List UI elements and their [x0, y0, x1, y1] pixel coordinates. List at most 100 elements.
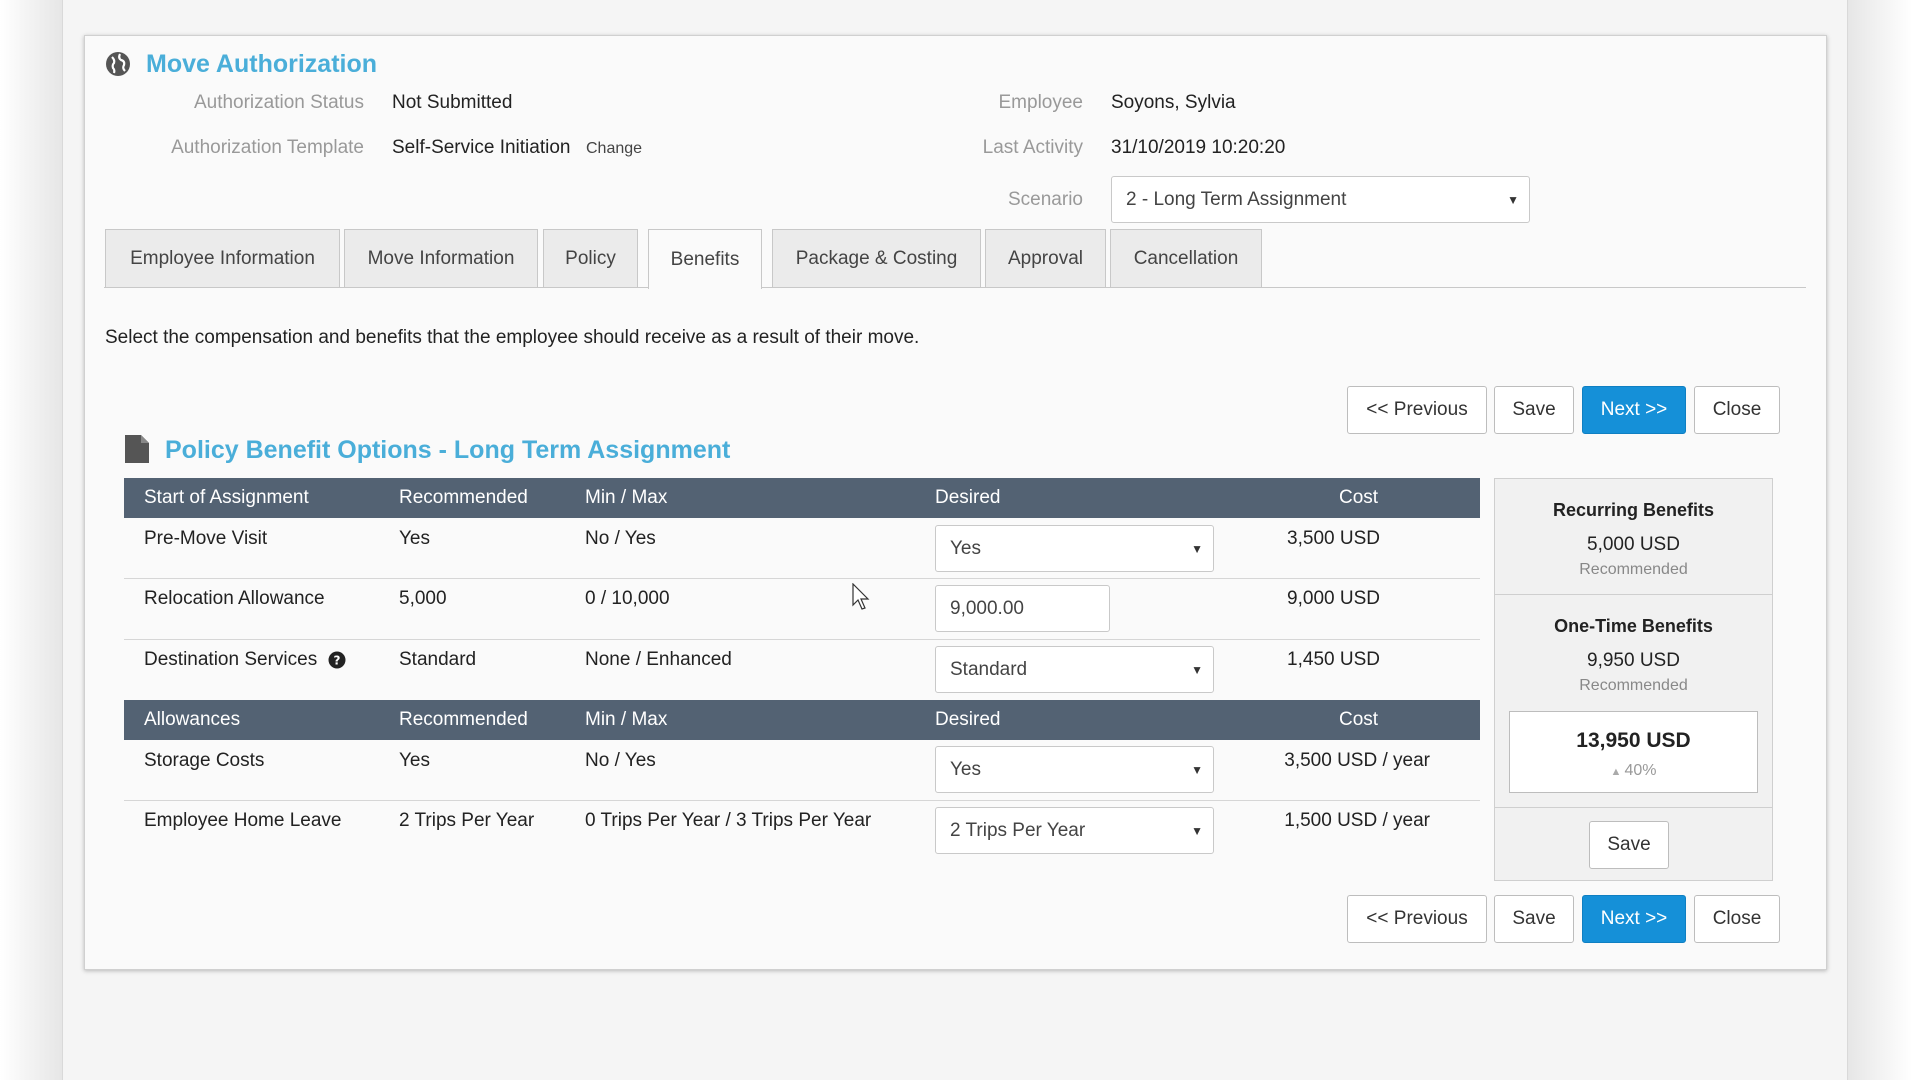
column-header: Recommended: [399, 487, 528, 508]
desired-input-relocation-allowance[interactable]: 9,000.00: [935, 585, 1110, 632]
benefit-name: Destination Services: [144, 649, 318, 670]
benefit-minmax: 0 Trips Per Year / 3 Trips Per Year: [585, 810, 872, 831]
column-header: Min / Max: [585, 709, 668, 730]
benefit-recommended: Yes: [399, 750, 430, 771]
desired-select-pre-move-visit[interactable]: Yes ▼: [935, 525, 1214, 572]
column-header: Start of Assignment: [144, 487, 309, 508]
column-header: Cost: [1339, 709, 1379, 730]
benefit-name: Relocation Allowance: [144, 588, 325, 609]
column-header: Min / Max: [585, 487, 668, 508]
change-template-link[interactable]: Change: [586, 140, 642, 158]
benefit-recommended: Yes: [399, 528, 430, 549]
column-header: Recommended: [399, 709, 528, 730]
column-header: Cost: [1339, 487, 1379, 508]
benefits-description: Select the compensation and benefits tha…: [105, 327, 920, 348]
one-time-benefits-note: Recommended: [1579, 677, 1688, 694]
authorization-template-value: Self-Service Initiation: [392, 137, 571, 158]
select-value: Yes: [950, 758, 981, 780]
screen-edge-right: [1848, 0, 1912, 1080]
total-change: ▲ 40%: [1510, 762, 1757, 780]
scenario-label: Scenario: [1008, 189, 1083, 210]
select-value: Yes: [950, 537, 981, 559]
table-header-allowances: Allowances Recommended Min / Max Desired…: [124, 700, 1480, 740]
benefit-name: Employee Home Leave: [144, 810, 342, 831]
save-button-top[interactable]: Save: [1494, 386, 1574, 434]
total-change-percent: 40%: [1624, 762, 1657, 779]
input-value: 9,000.00: [950, 597, 1024, 619]
tab-employee-information[interactable]: Employee Information: [105, 229, 340, 287]
save-button-bottom[interactable]: Save: [1494, 895, 1574, 943]
column-header: Desired: [935, 709, 1001, 730]
summary-save-button[interactable]: Save: [1589, 821, 1669, 869]
recurring-benefits-title: Recurring Benefits: [1552, 500, 1715, 520]
benefit-minmax: No / Yes: [585, 750, 656, 771]
next-button-bottom[interactable]: Next >>: [1582, 895, 1686, 943]
previous-button-bottom[interactable]: << Previous: [1347, 895, 1487, 943]
tab-policy[interactable]: Policy: [543, 229, 638, 287]
close-button-bottom[interactable]: Close: [1694, 895, 1780, 943]
chevron-down-icon: ▼: [1191, 662, 1203, 677]
scenario-select-value: 2 - Long Term Assignment: [1126, 188, 1347, 210]
authorization-template-label: Authorization Template: [171, 137, 364, 158]
recurring-benefits-note: Recommended: [1579, 561, 1688, 578]
desired-select-destination-services[interactable]: Standard ▼: [935, 646, 1214, 693]
tab-package-costing[interactable]: Package & Costing: [772, 229, 981, 287]
select-value: Standard: [950, 658, 1028, 680]
benefits-summary: Recurring Benefits 5,000 USD Recommended…: [1494, 478, 1773, 881]
benefit-cost: 3,500 USD: [1287, 528, 1380, 549]
benefit-minmax: 0 / 10,000: [585, 588, 670, 609]
row-divider: [124, 800, 1480, 801]
benefit-name: Storage Costs: [144, 750, 265, 771]
chevron-down-icon: ▼: [1507, 192, 1519, 207]
last-activity-value: 31/10/2019 10:20:20: [1111, 137, 1286, 158]
section-title: Policy Benefit Options - Long Term Assig…: [165, 436, 731, 464]
row-divider: [124, 578, 1480, 579]
summary-divider: [1495, 807, 1772, 808]
employee-label: Employee: [998, 92, 1084, 113]
benefit-cost: 3,500 USD / year: [1284, 750, 1430, 771]
authorization-status-value: Not Submitted: [392, 92, 513, 113]
desired-select-storage-costs[interactable]: Yes ▼: [935, 746, 1214, 793]
tab-benefits[interactable]: Benefits: [648, 229, 762, 289]
chevron-down-icon: ▼: [1191, 762, 1203, 777]
column-header: Desired: [935, 487, 1001, 508]
one-time-benefits-value: 9,950 USD: [1587, 650, 1680, 671]
chevron-down-icon: ▼: [1191, 823, 1203, 838]
table-header-start-of-assignment: Start of Assignment Recommended Min / Ma…: [124, 478, 1480, 518]
benefit-minmax: None / Enhanced: [585, 649, 732, 670]
triangle-up-icon: ▲: [1610, 766, 1625, 778]
total-benefits-value: 13,950 USD: [1576, 729, 1691, 752]
benefit-recommended: Standard: [399, 649, 477, 670]
tab-move-information[interactable]: Move Information: [344, 229, 538, 287]
chevron-down-icon: ▼: [1191, 541, 1203, 556]
benefit-cost: 1,450 USD: [1287, 649, 1380, 670]
row-divider: [124, 639, 1480, 640]
document-icon: [125, 435, 149, 463]
mouse-cursor-icon: [852, 583, 870, 610]
svg-text:?: ?: [334, 654, 341, 668]
desired-select-employee-home-leave[interactable]: 2 Trips Per Year ▼: [935, 807, 1214, 854]
question-circle-icon[interactable]: ?: [328, 651, 346, 669]
benefit-recommended: 5,000: [399, 588, 447, 609]
scenario-select[interactable]: 2 - Long Term Assignment ▼: [1111, 176, 1530, 223]
next-button-top[interactable]: Next >>: [1582, 386, 1686, 434]
close-button-top[interactable]: Close: [1694, 386, 1780, 434]
column-header: Allowances: [144, 709, 241, 730]
one-time-benefits-title: One-Time Benefits: [1554, 616, 1713, 636]
last-activity-label: Last Activity: [982, 137, 1083, 158]
page-title: Move Authorization: [146, 50, 378, 78]
globe-icon: [106, 52, 130, 76]
screen-edge-left: [0, 0, 62, 1080]
benefit-minmax: No / Yes: [585, 528, 656, 549]
select-value: 2 Trips Per Year: [950, 819, 1086, 841]
benefit-cost: 9,000 USD: [1287, 588, 1380, 609]
employee-value: Soyons, Sylvia: [1111, 92, 1236, 113]
tab-approval[interactable]: Approval: [985, 229, 1106, 287]
authorization-status-label: Authorization Status: [193, 92, 364, 113]
benefit-recommended: 2 Trips Per Year: [399, 810, 535, 831]
tab-bar-divider: [104, 287, 1806, 288]
recurring-benefits-value: 5,000 USD: [1587, 534, 1680, 555]
benefit-cost: 1,500 USD / year: [1284, 810, 1430, 831]
previous-button-top[interactable]: << Previous: [1347, 386, 1487, 434]
tab-cancellation[interactable]: Cancellation: [1110, 229, 1262, 287]
